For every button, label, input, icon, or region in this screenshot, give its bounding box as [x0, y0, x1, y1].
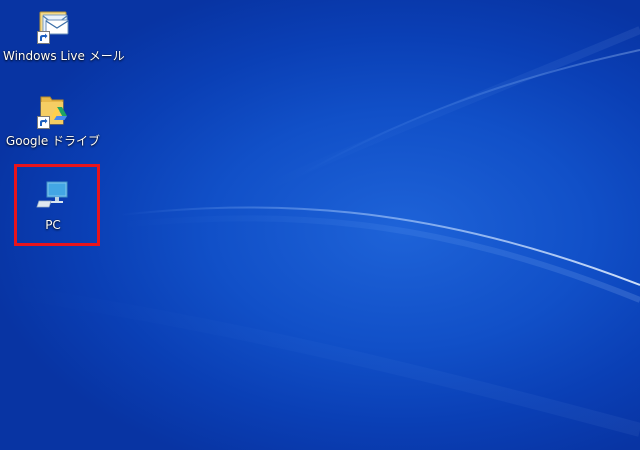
shortcut-arrow-icon	[37, 116, 50, 129]
desktop-icon-windows-live-mail[interactable]: Windows Live メール	[3, 8, 125, 64]
desktop-icon-label: Windows Live メール	[3, 49, 125, 63]
selection-highlight-box	[14, 164, 100, 246]
shortcut-arrow-icon	[37, 31, 50, 44]
desktop[interactable]: Windows Live メール Google ドライブ PC	[0, 0, 640, 450]
google-drive-folder-icon	[35, 93, 71, 129]
desktop-icon-google-drive[interactable]: Google ドライブ	[3, 93, 103, 149]
mail-envelope-icon	[35, 8, 71, 44]
desktop-icon-label: Google ドライブ	[5, 134, 101, 148]
